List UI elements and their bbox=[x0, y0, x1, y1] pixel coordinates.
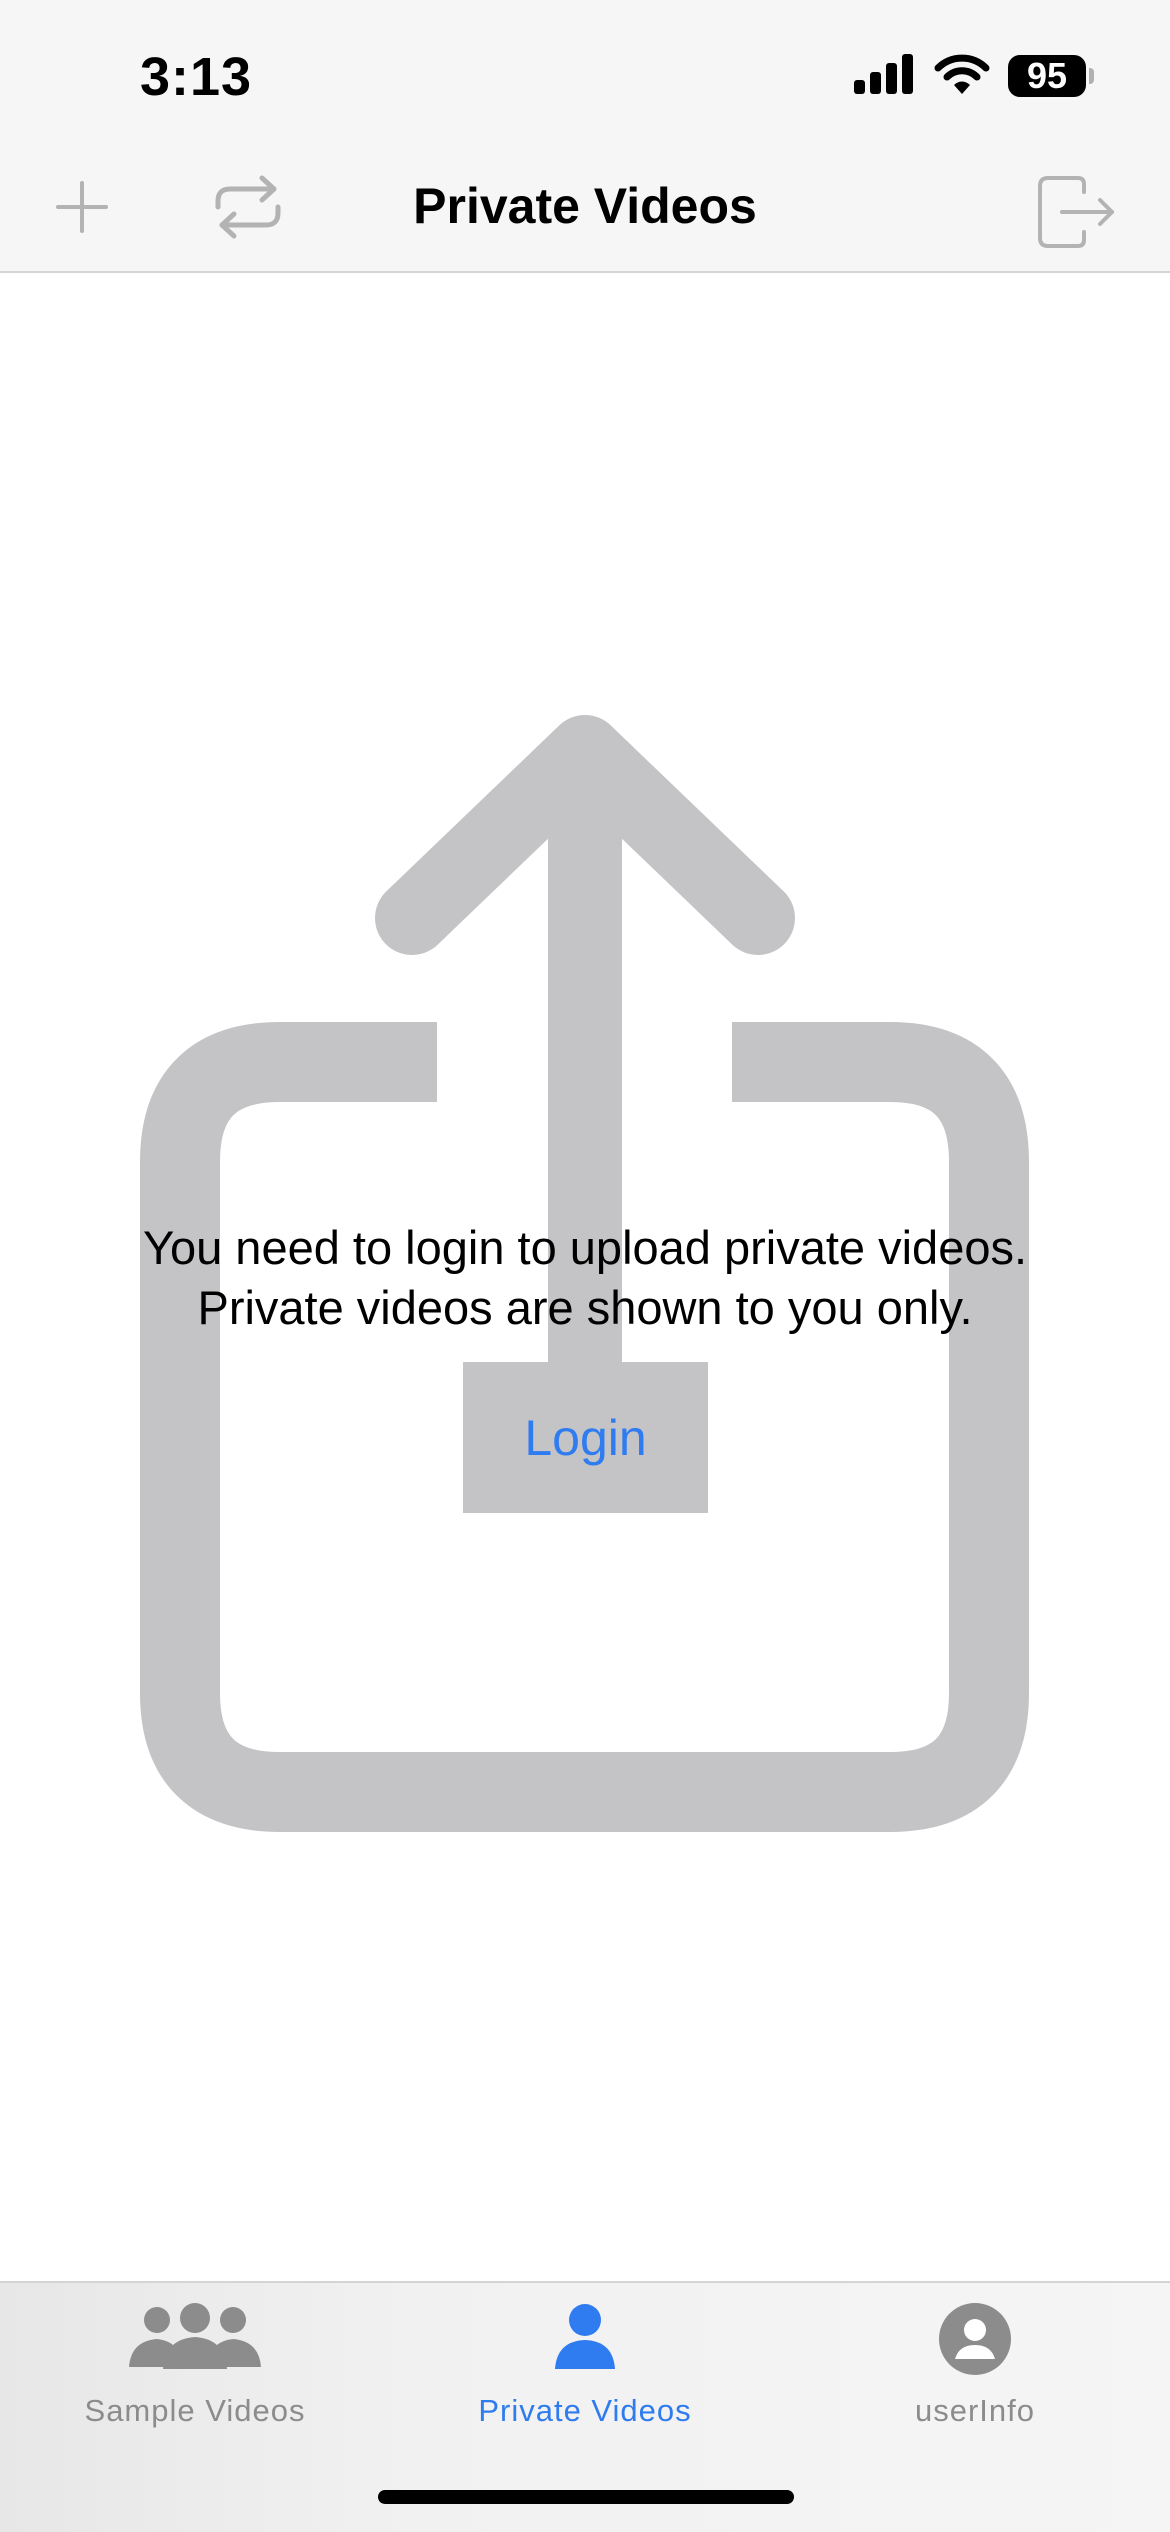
message-line-2: Private videos are shown to you only. bbox=[197, 1281, 973, 1334]
cellular-signal-icon bbox=[854, 54, 913, 94]
page-title: Private Videos bbox=[413, 178, 757, 234]
message-line-1: You need to login to upload private vide… bbox=[142, 1221, 1028, 1274]
group-icon bbox=[129, 2303, 261, 2369]
home-indicator[interactable] bbox=[378, 2490, 794, 2504]
top-bar: 3:13 95 Private Videos bbox=[0, 0, 1170, 273]
wifi-icon bbox=[934, 54, 990, 94]
tab-user-info[interactable]: userInfo bbox=[780, 2283, 1170, 2473]
tab-private-videos[interactable]: Private Videos bbox=[390, 2283, 780, 2473]
tab-sample-videos[interactable]: Sample Videos bbox=[0, 2283, 390, 2473]
battery-indicator: 95 bbox=[1008, 55, 1086, 97]
person-icon bbox=[555, 2304, 615, 2369]
tab-label: Private Videos bbox=[478, 2393, 692, 2428]
login-button[interactable]: Login bbox=[463, 1362, 708, 1513]
logout-button[interactable] bbox=[1036, 174, 1116, 250]
tab-label: userInfo bbox=[914, 2393, 1035, 2428]
battery-cap bbox=[1089, 68, 1094, 84]
person-circle-icon bbox=[939, 2303, 1011, 2375]
tab-label: Sample Videos bbox=[84, 2393, 306, 2428]
status-icons: 95 bbox=[852, 52, 1094, 102]
login-required-message: You need to login to upload private vide… bbox=[0, 1218, 1170, 1338]
logout-icon bbox=[1038, 176, 1114, 248]
status-time: 3:13 bbox=[140, 47, 253, 107]
